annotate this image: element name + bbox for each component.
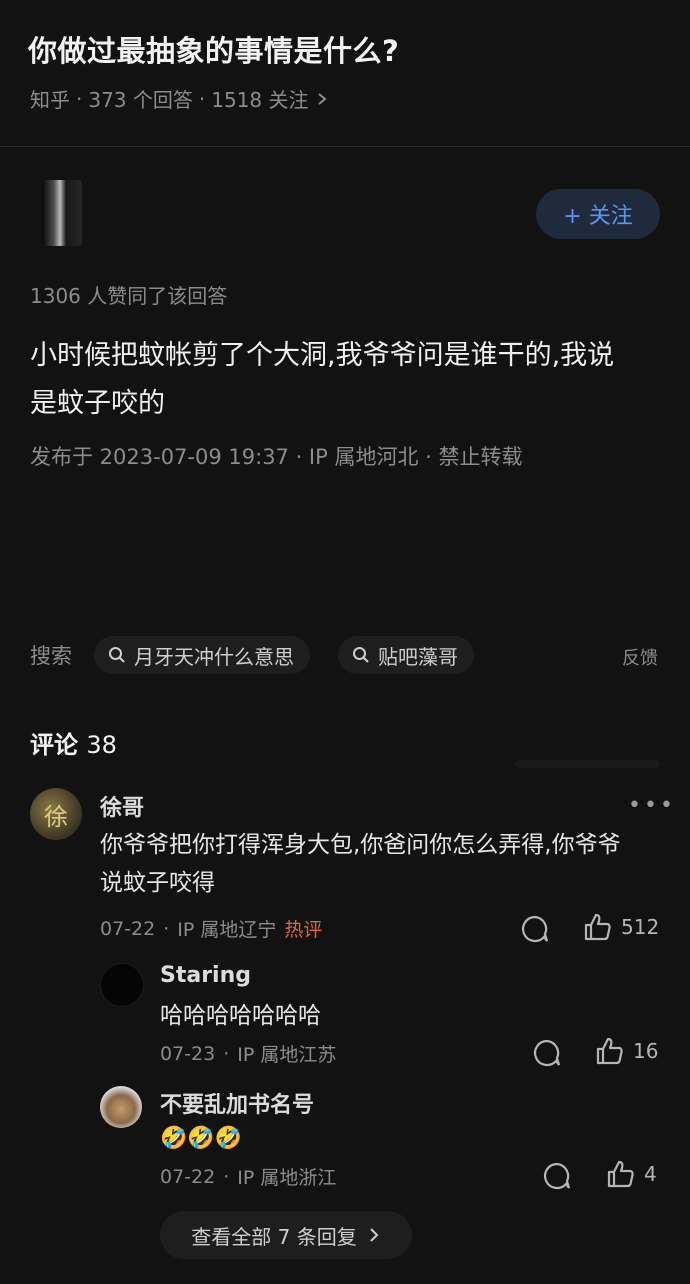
feedback-link[interactable]: 反馈 bbox=[622, 644, 658, 670]
thumbs-up-icon bbox=[584, 913, 611, 941]
comment-text: 你爷爷把你打得浑身大包,你爸问你怎么弄得,你爷爷说蚊子咬得 bbox=[100, 832, 621, 896]
chevron-right-icon bbox=[317, 92, 327, 105]
search-icon bbox=[109, 647, 125, 663]
reply-date: 07-23 bbox=[160, 1042, 216, 1065]
like-button[interactable]: 16 bbox=[595, 1036, 658, 1066]
tab-indicator bbox=[515, 760, 660, 768]
like-count: 16 bbox=[633, 1039, 659, 1063]
search-label: 搜索 bbox=[30, 644, 72, 668]
chip-label: 贴吧藻哥 bbox=[378, 644, 458, 669]
answer-count: 373 个回答 bbox=[88, 88, 193, 112]
chevron-right-icon bbox=[370, 1228, 379, 1242]
comment-author[interactable]: 徐哥 bbox=[100, 790, 144, 822]
reply-meta: 07-22 · IP 属地浙江 bbox=[160, 1163, 336, 1190]
separator: · bbox=[223, 1165, 230, 1188]
follow-button[interactable]: + 关注 bbox=[536, 189, 660, 239]
view-all-label: 查看全部 7 条回复 bbox=[191, 1224, 357, 1249]
hot-badge: 热评 bbox=[284, 919, 323, 941]
like-button[interactable]: 512 bbox=[583, 912, 659, 942]
reply-text: 哈哈哈哈哈哈哈 bbox=[160, 1003, 321, 1029]
thumbs-up-icon bbox=[596, 1037, 623, 1065]
comment-ip: IP 属地辽宁 bbox=[177, 919, 277, 941]
question-title[interactable]: 你做过最抽象的事情是什么? bbox=[28, 28, 399, 70]
separator: · bbox=[198, 86, 206, 111]
comment-icon bbox=[521, 915, 549, 943]
chip-label: 月牙天冲什么意思 bbox=[134, 644, 294, 669]
like-button[interactable]: 4 bbox=[606, 1159, 657, 1189]
answer-content: 小时候把蚊帐剪了个大洞,我爷爷问是谁干的,我说是蚊子咬的 bbox=[30, 340, 615, 419]
reply-author[interactable]: Staring bbox=[160, 963, 251, 988]
separator: · bbox=[163, 917, 170, 940]
question-meta[interactable]: 知乎 · 373 个回答 · 1518 关注 bbox=[30, 84, 329, 113]
thumbs-up-icon bbox=[607, 1160, 634, 1188]
like-count: 512 bbox=[621, 915, 660, 939]
reply-ip: IP 属地浙江 bbox=[237, 1167, 337, 1189]
separator: · bbox=[223, 1042, 230, 1065]
more-options-icon[interactable]: ••• bbox=[628, 793, 676, 818]
reply-date: 07-22 bbox=[160, 1165, 216, 1188]
author-avatar[interactable] bbox=[42, 180, 82, 246]
reply-button[interactable] bbox=[520, 914, 550, 944]
search-chip[interactable]: 贴吧藻哥 bbox=[338, 636, 474, 674]
search-chip[interactable]: 月牙天冲什么意思 bbox=[94, 636, 310, 674]
reply-author[interactable]: 不要乱加书名号 bbox=[160, 1087, 314, 1119]
follower-count: 1518 关注 bbox=[211, 88, 309, 112]
like-count: 4 bbox=[644, 1162, 657, 1186]
search-icon bbox=[353, 647, 369, 663]
reply-button[interactable] bbox=[542, 1161, 572, 1191]
separator: · bbox=[76, 86, 83, 111]
avatar[interactable] bbox=[100, 963, 144, 1007]
avatar[interactable]: 徐 bbox=[30, 788, 82, 840]
source-label: 知乎 bbox=[30, 88, 70, 112]
comment-icon bbox=[543, 1162, 571, 1190]
avatar-glyph: 徐 bbox=[44, 802, 68, 831]
divider bbox=[0, 146, 690, 147]
view-all-replies-button[interactable]: 查看全部 7 条回复 bbox=[160, 1211, 412, 1259]
publish-info: 发布于 2023-07-09 19:37 · IP 属地河北 · 禁止转载 bbox=[30, 445, 523, 469]
likes-summary: 1306 人赞同了该回答 bbox=[30, 284, 228, 308]
reply-ip: IP 属地江苏 bbox=[237, 1044, 337, 1066]
reply-meta: 07-23 · IP 属地江苏 bbox=[160, 1040, 336, 1067]
comments-count: 38 bbox=[86, 731, 117, 759]
comment-meta: 07-22 · IP 属地辽宁 热评 bbox=[100, 915, 322, 942]
avatar[interactable] bbox=[100, 1086, 142, 1128]
comments-heading: 评论 38 bbox=[30, 725, 117, 760]
reply-button[interactable] bbox=[532, 1038, 562, 1068]
comments-label: 评论 bbox=[30, 731, 78, 759]
reply-text: 🤣🤣🤣 bbox=[160, 1126, 243, 1151]
comment-icon bbox=[533, 1039, 561, 1067]
comment-date: 07-22 bbox=[100, 917, 156, 940]
